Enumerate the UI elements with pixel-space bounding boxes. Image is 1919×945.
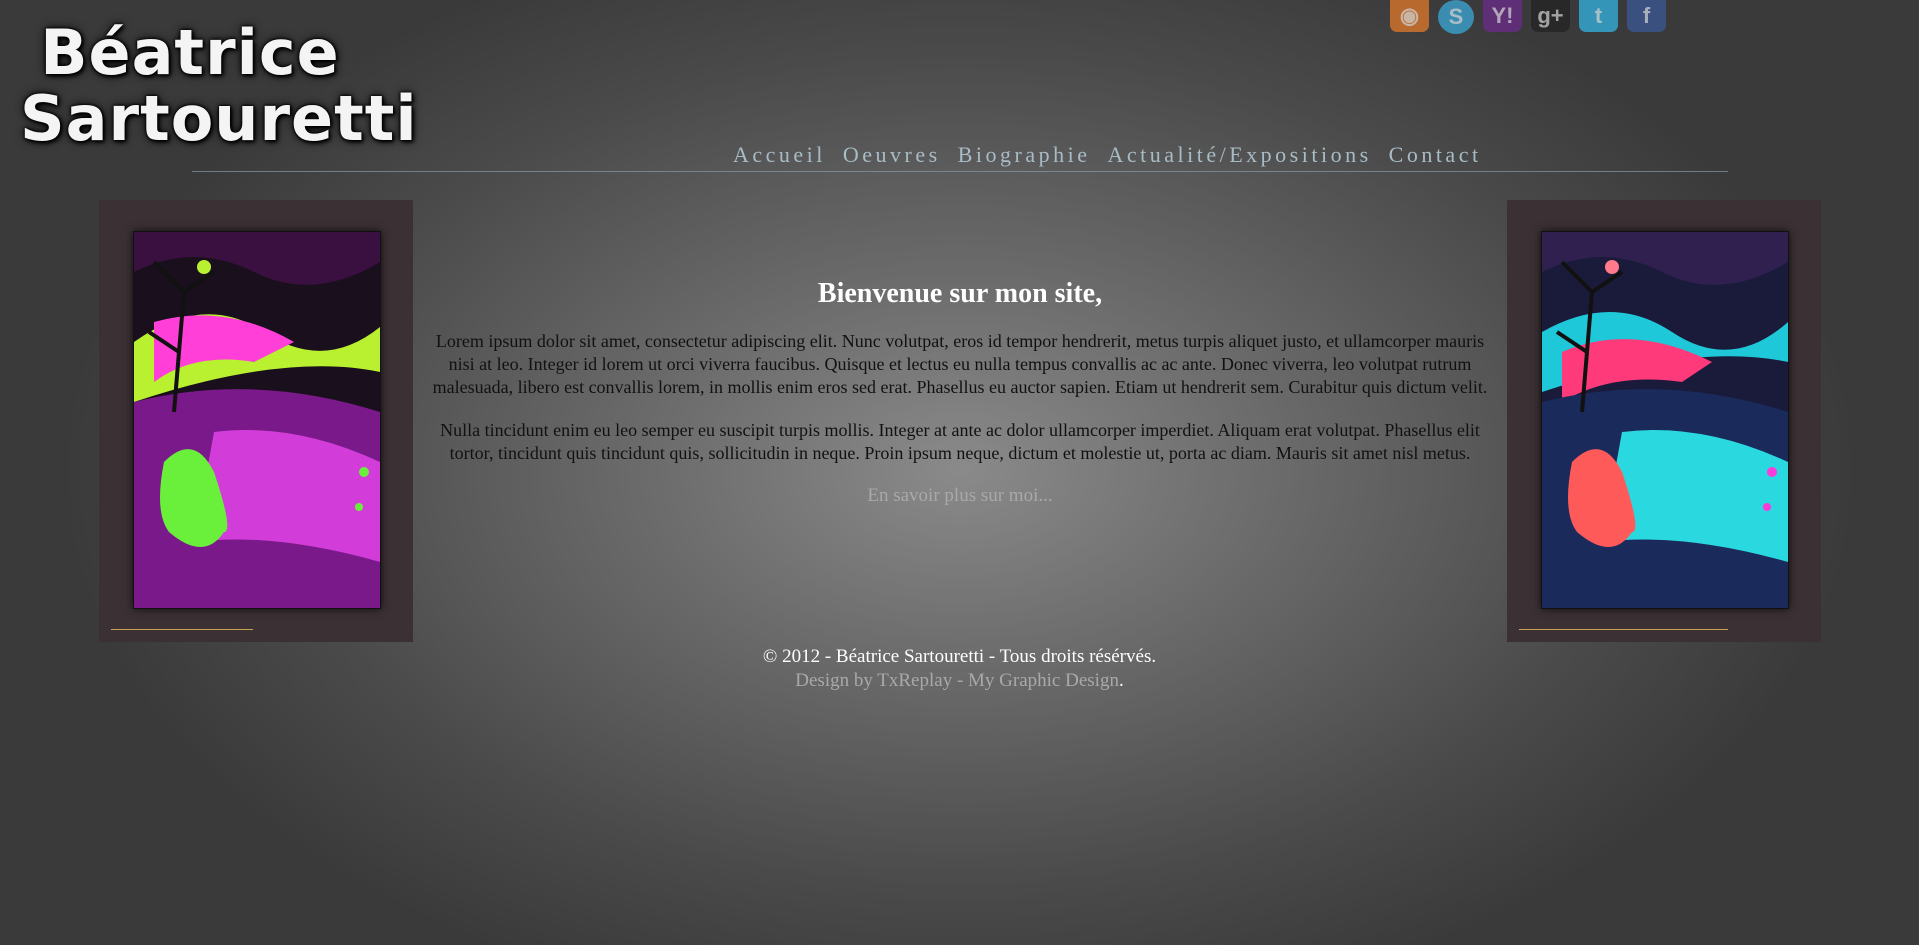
rss-icon[interactable]: ◉: [1390, 0, 1429, 32]
credit-dot: .: [1118, 670, 1124, 691]
social-icons: ◉ S Y! g+ t f: [1390, 0, 1666, 34]
logo-line-2: Sartouretti: [20, 82, 418, 155]
yahoo-icon[interactable]: Y!: [1483, 0, 1522, 32]
artwork-image-left[interactable]: [133, 231, 381, 609]
read-more-link[interactable]: En savoir plus sur moi...: [867, 485, 1052, 506]
artwork-image-right[interactable]: [1541, 231, 1789, 609]
footer: © 2012 - Béatrice Sartouretti - Tous dro…: [0, 645, 1919, 693]
logo-line-1: Béatrice: [40, 16, 340, 89]
nav-oeuvres[interactable]: Oeuvres: [843, 142, 941, 168]
my-graphic-design-link[interactable]: My Graphic Design: [968, 670, 1119, 691]
panel-underline: [111, 629, 253, 630]
copyright-text: © 2012 - Béatrice Sartouretti - Tous dro…: [762, 646, 1157, 667]
artwork-panel-left: [99, 200, 413, 642]
header-divider: [192, 171, 1728, 172]
facebook-icon[interactable]: f: [1627, 0, 1666, 32]
main-nav: Accueil Oeuvres Biographie Actualité/Exp…: [733, 142, 1482, 168]
nav-contact[interactable]: Contact: [1389, 142, 1482, 168]
skype-icon[interactable]: S: [1438, 0, 1474, 34]
txreplay-link[interactable]: TxReplay: [877, 670, 952, 691]
credit-separator: -: [952, 670, 969, 691]
welcome-section: Bienvenue sur mon site, Lorem ipsum dolo…: [425, 278, 1495, 507]
nav-accueil[interactable]: Accueil: [733, 142, 826, 168]
page-title: Bienvenue sur mon site,: [817, 278, 1103, 309]
intro-paragraph-1: Lorem ipsum dolor sit amet, consectetur …: [432, 331, 1488, 397]
artwork-panel-right: [1507, 200, 1821, 642]
google-plus-icon[interactable]: g+: [1531, 0, 1570, 32]
twitter-icon[interactable]: t: [1579, 0, 1618, 32]
nav-biographie[interactable]: Biographie: [958, 142, 1091, 168]
design-by-label: Design by: [795, 670, 878, 691]
site-logo[interactable]: Béatrice Sartouretti: [20, 16, 418, 155]
intro-paragraph-2: Nulla tincidunt enim eu leo semper eu su…: [440, 420, 1480, 463]
design-credit: Design by TxReplay - My Graphic Design.: [0, 669, 1919, 693]
panel-underline: [1519, 629, 1728, 630]
nav-actualite-expositions[interactable]: Actualité/Expositions: [1107, 142, 1371, 168]
